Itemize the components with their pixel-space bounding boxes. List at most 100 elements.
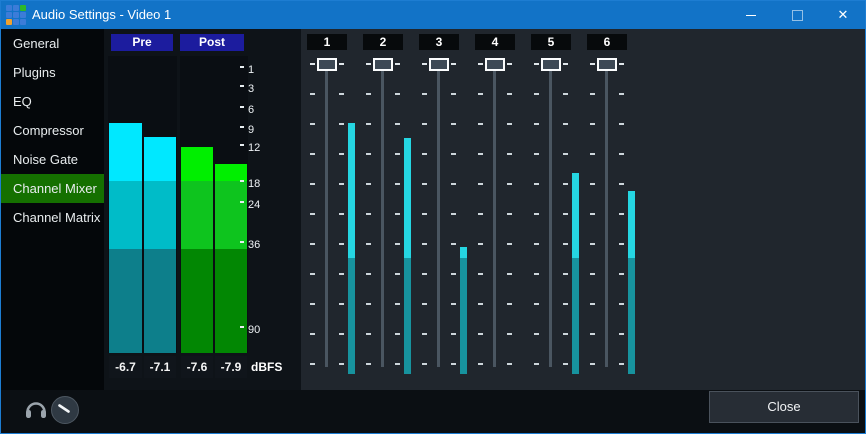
channel-meter-cover [628, 56, 635, 191]
channel-number: 6 [587, 34, 627, 50]
channel-level-meter [348, 56, 355, 374]
handle-tick [478, 63, 483, 65]
audio-settings-window: Audio Settings - Video 1 ✕ General Plugi… [0, 0, 866, 434]
settings-sidebar: General Plugins EQ Compressor Noise Gate… [1, 29, 104, 434]
channel-meter-cover [404, 56, 411, 138]
post-left-db-value: -7.6 [181, 356, 213, 378]
volume-slider-handle[interactable] [373, 58, 393, 71]
minimize-icon [746, 15, 756, 16]
pre-meter-left-cover [109, 56, 142, 123]
pre-meter-left-bar [109, 56, 142, 353]
volume-slider-track[interactable] [437, 59, 440, 367]
monitor-volume-knob[interactable] [51, 396, 79, 424]
window-title: Audio Settings - Video 1 [32, 1, 171, 29]
channel-number: 4 [475, 34, 515, 50]
db-scale-tick-label: 3 [248, 83, 254, 96]
tick-marks [366, 93, 371, 365]
handle-tick [451, 63, 456, 65]
volume-slider-handle[interactable] [597, 58, 617, 71]
tick-marks [534, 93, 539, 365]
volume-slider-track[interactable] [381, 59, 384, 367]
handle-tick [395, 63, 400, 65]
channel-level-meter [404, 56, 411, 374]
db-scale-tick-label: 9 [248, 124, 254, 137]
volume-slider-handle[interactable] [485, 58, 505, 71]
channel-number: 2 [363, 34, 403, 50]
sidebar-item-general[interactable]: General [1, 29, 104, 58]
sidebar-item-noise-gate[interactable]: Noise Gate [1, 145, 104, 174]
channel-strip-2: 2 [355, 29, 411, 381]
volume-slider-track[interactable] [493, 59, 496, 367]
volume-slider-handle[interactable] [429, 58, 449, 71]
close-icon: ✕ [838, 7, 849, 23]
channel-strip-1: 1 [299, 29, 355, 381]
db-scale-tick-label: 90 [248, 324, 260, 337]
tick-marks [478, 93, 483, 365]
tick-marks [563, 93, 568, 365]
headphone-monitor-button[interactable] [24, 399, 48, 420]
handle-tick [310, 63, 315, 65]
tick-mark [240, 85, 244, 87]
db-scale-tick-label: 24 [248, 199, 260, 212]
tick-marks [339, 93, 344, 365]
close-button[interactable]: Close [709, 391, 859, 423]
sidebar-item-compressor[interactable]: Compressor [1, 116, 104, 145]
tick-mark [240, 144, 244, 146]
tick-mark [240, 201, 244, 203]
handle-tick [507, 63, 512, 65]
handle-tick [534, 63, 539, 65]
pre-meter-right-bar [144, 56, 176, 353]
channel-meter-cover [348, 56, 355, 123]
post-meter-left-bar [181, 56, 213, 353]
volume-slider-handle[interactable] [317, 58, 337, 71]
tick-mark [240, 66, 244, 68]
volume-slider-track[interactable] [605, 59, 608, 367]
volume-slider-track[interactable] [325, 59, 328, 367]
sidebar-item-channel-matrix[interactable]: Channel Matrix [1, 203, 104, 232]
knob-indicator-icon [52, 397, 78, 423]
channel-level-meter [572, 56, 579, 374]
channel-strip-3: 3 [411, 29, 467, 381]
channel-level-meter [628, 56, 635, 374]
tick-mark [240, 241, 244, 243]
sidebar-item-channel-mixer[interactable]: Channel Mixer [1, 174, 104, 203]
volume-slider-handle[interactable] [541, 58, 561, 71]
minimize-button[interactable] [728, 1, 774, 29]
handle-tick [619, 63, 624, 65]
tick-marks [590, 93, 595, 365]
pre-left-db-value: -6.7 [109, 356, 142, 378]
handle-tick [563, 63, 568, 65]
handle-tick [422, 63, 427, 65]
post-meter-left-cover [181, 56, 213, 147]
pre-right-db-value: -7.1 [144, 356, 176, 378]
handle-tick [339, 63, 344, 65]
channel-strip-6: 6 [579, 29, 635, 381]
pre-meter-label: Pre [111, 34, 173, 51]
channel-number: 1 [307, 34, 347, 50]
tick-marks [395, 93, 400, 365]
post-meter-label: Post [180, 34, 244, 51]
db-scale-tick-label: 1 [248, 64, 254, 77]
handle-tick [590, 63, 595, 65]
channel-number: 5 [531, 34, 571, 50]
channel-strip-4: 4 [467, 29, 523, 381]
title-bar[interactable]: Audio Settings - Video 1 ✕ [1, 1, 865, 29]
maximize-icon [792, 10, 803, 21]
maximize-button[interactable] [774, 1, 820, 29]
tick-marks [451, 93, 456, 365]
channel-meter-cover [516, 56, 523, 374]
sidebar-item-eq[interactable]: EQ [1, 87, 104, 116]
volume-slider-track[interactable] [549, 59, 552, 367]
tick-mark [240, 180, 244, 182]
channel-level-meter [460, 56, 467, 374]
db-scale-tick-label: 18 [248, 178, 260, 191]
close-window-button[interactable]: ✕ [820, 1, 866, 29]
handle-tick [366, 63, 371, 65]
tick-marks [619, 93, 624, 365]
channel-strip-5: 5 [523, 29, 579, 381]
tick-marks [422, 93, 427, 365]
sidebar-item-plugins[interactable]: Plugins [1, 58, 104, 87]
post-right-db-value: -7.9 [215, 356, 247, 378]
pre-meter [108, 56, 177, 353]
vmix-logo-icon [6, 5, 26, 25]
